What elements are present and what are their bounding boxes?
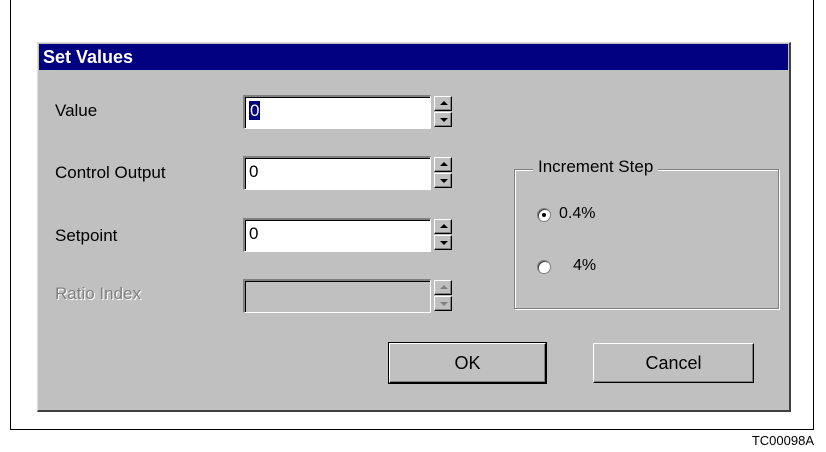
control-output-input[interactable]: 0 xyxy=(243,156,431,190)
setpoint-spin-down-button[interactable] xyxy=(434,235,452,250)
control-output-spin-down-button[interactable] xyxy=(434,173,452,188)
increment-step-title: Increment Step xyxy=(533,157,659,177)
ratio-index-input xyxy=(243,279,431,313)
arrow-up-icon xyxy=(440,285,448,289)
arrow-up-icon xyxy=(440,162,448,166)
radio-option-label: 4% xyxy=(573,257,597,274)
control-output-spin-up-button[interactable] xyxy=(434,157,452,172)
control-output-label: Control Output xyxy=(55,163,166,182)
value-input[interactable]: 0 xyxy=(243,95,431,129)
setpoint-input[interactable]: 0 xyxy=(243,218,431,252)
arrow-down-icon xyxy=(440,118,448,122)
value-spinner[interactable] xyxy=(434,95,454,129)
radio-button[interactable] xyxy=(537,260,551,274)
setpoint-spinner[interactable] xyxy=(434,218,454,252)
ratio-index-spinner xyxy=(434,279,454,313)
ratio-index-spin-up-button xyxy=(434,280,452,295)
value-spin-up-button[interactable] xyxy=(434,96,452,111)
set-values-dialog: Set Values Value 0 Control Output 0 Setp… xyxy=(37,42,791,412)
value-label: Value xyxy=(55,101,98,120)
radio-option-label: 0.4% xyxy=(559,205,596,222)
arrow-down-icon xyxy=(440,179,448,183)
ok-button[interactable]: OK xyxy=(388,342,547,384)
arrow-up-icon xyxy=(440,224,448,228)
radio-selected-dot xyxy=(542,213,546,217)
arrow-up-icon xyxy=(440,101,448,105)
ratio-index-label: Ratio Index xyxy=(55,284,141,303)
arrow-down-icon xyxy=(440,241,448,245)
cancel-button[interactable]: Cancel xyxy=(593,343,754,383)
value-spin-down-button[interactable] xyxy=(434,112,452,127)
ratio-index-spin-down-button xyxy=(434,296,452,311)
dialog-title: Set Values xyxy=(39,44,788,70)
control-output-spinner[interactable] xyxy=(434,156,454,190)
increment-step-group: Increment Step 0.4% 4% xyxy=(514,157,779,309)
setpoint-label: Setpoint xyxy=(55,226,118,245)
setpoint-spin-up-button[interactable] xyxy=(434,219,452,234)
radio-button[interactable] xyxy=(537,208,551,222)
arrow-down-icon xyxy=(440,302,448,306)
value-input-text: 0 xyxy=(249,101,261,120)
figure-code: TC00098A xyxy=(751,433,814,448)
